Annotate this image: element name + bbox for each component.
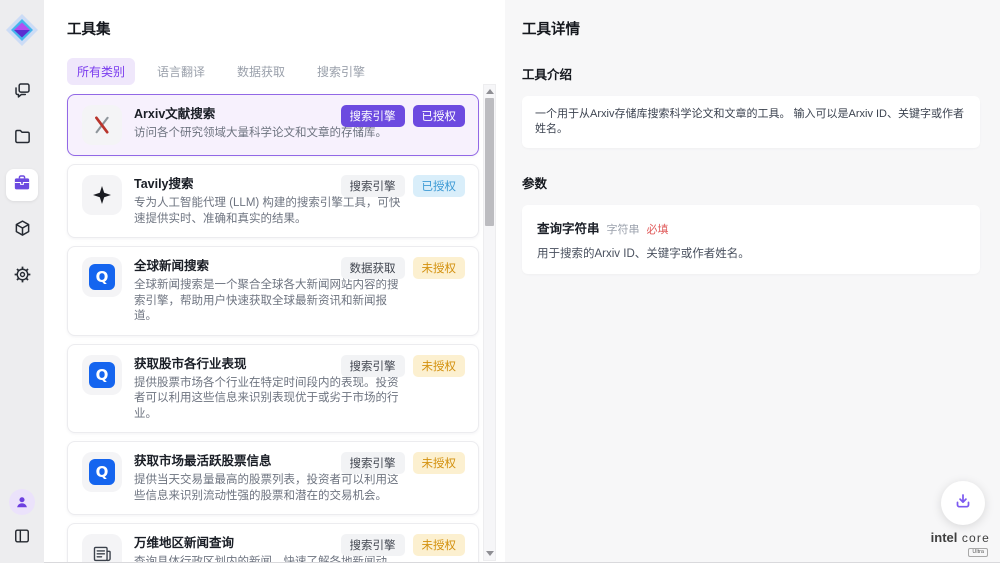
tool-description: 提供股票市场各个行业在特定时间段内的表现。投资者可以利用这些信息来识别表现优于或… (134, 376, 406, 423)
download-icon (952, 490, 974, 517)
folder-icon (12, 126, 33, 152)
tool-card-global-news[interactable]: Q 全球新闻搜索 全球新闻搜索是一个聚合全球各大新闻网站内容的搜索引擎，帮助用户… (67, 246, 479, 336)
gear-icon (12, 264, 33, 290)
collapse-panel-icon (12, 526, 32, 551)
newspaper-icon (82, 534, 122, 563)
scrollbar-thumb[interactable] (485, 98, 494, 226)
sidebar-item-settings[interactable] (6, 261, 38, 293)
category-badge: 搜索引擎 (341, 355, 405, 377)
sidebar-item-models[interactable] (6, 215, 38, 247)
ultra-badge: Ultra (968, 548, 988, 557)
intel-wordmark: intel (931, 530, 958, 545)
params-heading: 参数 (522, 173, 980, 192)
user-avatar[interactable] (9, 489, 35, 515)
core-wordmark: core (962, 531, 990, 545)
intro-box: 一个用于从Arxiv存储库搜索科学论文和文章的工具。 输入可以是Arxiv ID… (522, 96, 980, 148)
scrollbar-down-arrow[interactable] (486, 551, 494, 556)
intel-core-logo: intel core Ultra (918, 529, 990, 557)
auth-status-badge: 已授权 (413, 105, 466, 127)
tool-card-arxiv[interactable]: Arxiv文献搜索 访问各个研究领域大量科学论文和文章的存储库。 搜索引擎 已授… (67, 94, 479, 156)
auth-status-badge: 未授权 (413, 452, 466, 474)
tool-description: 专为人工智能代理 (LLM) 构建的搜索引擎工具，可快速提供实时、准确和真实的结… (134, 196, 406, 227)
app-sidebar (0, 0, 44, 563)
tool-card-regional-news[interactable]: 万维地区新闻查询 查询具体行政区划内的新闻，快速了解各地新闻动 搜索引擎 未授权 (67, 523, 479, 563)
tab-language-translation[interactable]: 语言翻译 (147, 58, 215, 85)
collapse-sidebar-button[interactable] (9, 525, 35, 551)
sidebar-item-chat[interactable] (6, 77, 38, 109)
tab-data-acquisition[interactable]: 数据获取 (227, 58, 295, 85)
category-tabs: 所有类别 语言翻译 数据获取 搜索引擎 (67, 58, 505, 85)
param-type: 字符串 (607, 221, 640, 237)
sidebar-nav (6, 77, 38, 293)
tool-description: 全球新闻搜索是一个聚合全球各大新闻网站内容的搜索引擎，帮助用户快速获取全球最新资… (134, 278, 406, 325)
auth-status-badge: 未授权 (413, 534, 466, 556)
auth-status-badge: 已授权 (413, 175, 466, 197)
param-name: 查询字符串 (537, 218, 600, 237)
tab-search-engine[interactable]: 搜索引擎 (307, 58, 375, 85)
category-badge: 搜索引擎 (341, 175, 405, 197)
tool-description: 访问各个研究领域大量科学论文和文章的存储库。 (134, 126, 406, 142)
chat-icon (12, 80, 33, 106)
page-title: 工具集 (67, 18, 505, 39)
tool-card-active-stocks[interactable]: Q 获取市场最活跃股票信息 提供当天交易量最高的股票列表，投资者可以利用这些信息… (67, 441, 479, 515)
auth-status-badge: 未授权 (413, 355, 466, 377)
scrollbar-up-arrow[interactable] (486, 89, 494, 94)
param-description: 用于搜索的Arxiv ID、关键字或作者姓名。 (537, 245, 965, 261)
tool-detail-panel: 工具详情 工具介绍 一个用于从Arxiv存储库搜索科学论文和文章的工具。 输入可… (505, 0, 1000, 563)
intro-heading: 工具介绍 (522, 64, 980, 83)
parameter-box: 查询字符串 字符串 必填 用于搜索的Arxiv ID、关键字或作者姓名。 (522, 205, 980, 274)
tool-list-panel: 工具集 所有类别 语言翻译 数据获取 搜索引擎 Arxiv文献搜索 访问各个研究… (44, 0, 505, 563)
cube-icon (12, 218, 33, 244)
juhe-q-icon: Q (82, 355, 122, 395)
intro-text: 一个用于从Arxiv存储库搜索科学论文和文章的工具。 输入可以是Arxiv ID… (535, 108, 964, 135)
detail-title: 工具详情 (522, 18, 980, 39)
tool-card-sector-performance[interactable]: Q 获取股市各行业表现 提供股票市场各个行业在特定时间段内的表现。投资者可以利用… (67, 344, 479, 434)
category-badge: 数据获取 (341, 257, 405, 279)
category-badge: 搜索引擎 (341, 452, 405, 474)
sidebar-bottom (9, 489, 35, 551)
param-required-flag: 必填 (647, 221, 669, 237)
list-scrollbar[interactable] (483, 84, 496, 561)
tab-all-categories[interactable]: 所有类别 (67, 58, 135, 85)
arxiv-x-icon (82, 105, 122, 145)
category-badge: 搜索引擎 (341, 534, 405, 556)
sidebar-item-files[interactable] (6, 123, 38, 155)
tool-card-tavily[interactable]: Tavily搜索 专为人工智能代理 (LLM) 构建的搜索引擎工具，可快速提供实… (67, 164, 479, 238)
auth-status-badge: 未授权 (413, 257, 466, 279)
tavily-star-icon (82, 175, 122, 215)
juhe-q-icon: Q (82, 452, 122, 492)
tool-description: 提供当天交易量最高的股票列表，投资者可以利用这些信息来识别流动性强的股票和潜在的… (134, 473, 406, 504)
sidebar-item-tools[interactable] (6, 169, 38, 201)
download-button[interactable] (941, 481, 985, 525)
category-badge: 搜索引擎 (341, 105, 405, 127)
toolbox-icon (11, 172, 33, 199)
app-logo-diamond-icon (5, 13, 39, 47)
juhe-q-icon: Q (82, 257, 122, 297)
tool-card-list: Arxiv文献搜索 访问各个研究领域大量科学论文和文章的存储库。 搜索引擎 已授… (67, 94, 479, 563)
tool-description: 查询具体行政区划内的新闻，快速了解各地新闻动 (134, 555, 406, 563)
